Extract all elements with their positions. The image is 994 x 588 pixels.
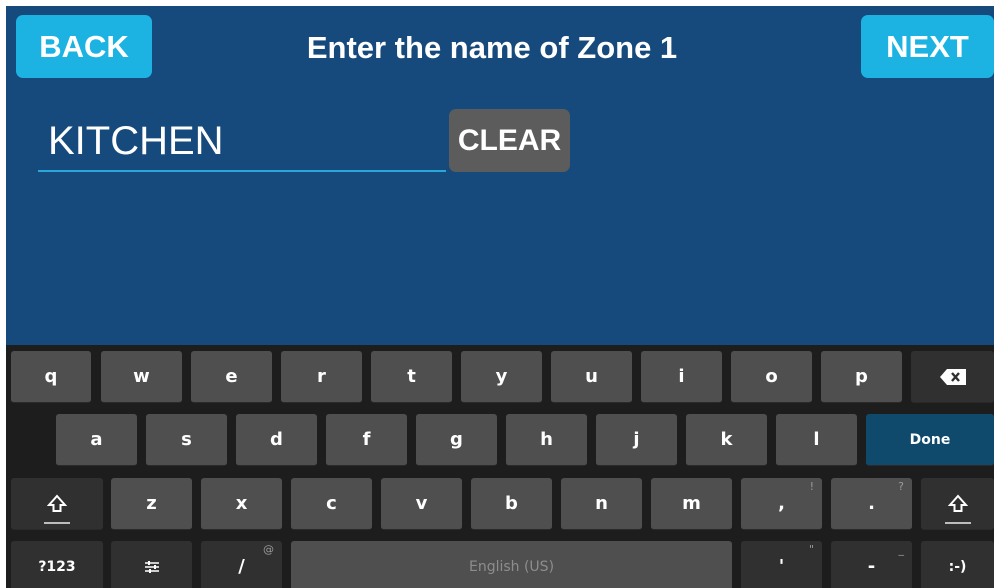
shift-icon <box>47 493 67 514</box>
key-l[interactable]: l <box>776 414 857 466</box>
key-comma[interactable]: , ! <box>741 478 822 530</box>
key-slash-main: / <box>238 556 245 577</box>
key-comma-main: , <box>778 493 785 514</box>
key-x[interactable]: x <box>201 478 282 530</box>
key-v[interactable]: v <box>381 478 462 530</box>
key-c[interactable]: c <box>291 478 372 530</box>
key-comma-alt: ! <box>809 480 814 493</box>
symbols-key[interactable]: ?123 <box>11 541 103 588</box>
key-r[interactable]: r <box>281 351 362 403</box>
key-m[interactable]: m <box>651 478 732 530</box>
settings-key[interactable] <box>111 541 192 588</box>
key-a[interactable]: a <box>56 414 137 466</box>
key-j[interactable]: j <box>596 414 677 466</box>
key-s[interactable]: s <box>146 414 227 466</box>
shift-icon <box>947 493 968 514</box>
done-key[interactable]: Done <box>866 414 994 466</box>
zone-name-value: KITCHEN <box>48 119 224 163</box>
space-key[interactable]: English (US) <box>291 541 732 588</box>
key-d[interactable]: d <box>236 414 317 466</box>
key-dash-main: - <box>867 556 876 577</box>
back-button[interactable]: BACK <box>16 15 152 78</box>
key-e[interactable]: e <box>191 351 272 403</box>
key-f[interactable]: f <box>326 414 407 466</box>
key-p[interactable]: p <box>821 351 902 403</box>
key-period-alt: ? <box>898 480 904 493</box>
screen: BACK Enter the name of Zone 1 NEXT KITCH… <box>6 6 994 588</box>
key-period-main: . <box>868 493 875 514</box>
key-o[interactable]: o <box>731 351 812 403</box>
key-u[interactable]: u <box>551 351 632 403</box>
key-apostrophe-main: ' <box>778 556 785 577</box>
key-n[interactable]: n <box>561 478 642 530</box>
key-dash-alt: _ <box>898 543 905 556</box>
key-y[interactable]: y <box>461 351 542 403</box>
key-z[interactable]: z <box>111 478 192 530</box>
shift-key-left[interactable] <box>11 478 103 530</box>
key-k[interactable]: k <box>686 414 767 466</box>
key-q[interactable]: q <box>11 351 91 403</box>
shift-key-right[interactable] <box>921 478 994 530</box>
smiley-key[interactable]: :-) <box>921 541 994 588</box>
page-title: Enter the name of Zone 1 <box>306 30 678 65</box>
key-t[interactable]: t <box>371 351 452 403</box>
clear-button[interactable]: CLEAR <box>449 109 570 172</box>
key-apostrophe[interactable]: ' " <box>741 541 822 588</box>
key-slash[interactable]: / @ <box>201 541 282 588</box>
next-button[interactable]: NEXT <box>861 15 994 78</box>
zone-name-field[interactable]: KITCHEN <box>38 110 446 172</box>
key-h[interactable]: h <box>506 414 587 466</box>
key-w[interactable]: w <box>101 351 182 403</box>
key-b[interactable]: b <box>471 478 552 530</box>
key-apostrophe-alt: " <box>808 543 814 556</box>
key-i[interactable]: i <box>641 351 722 403</box>
key-period[interactable]: . ? <box>831 478 912 530</box>
key-dash[interactable]: - _ <box>831 541 912 588</box>
backspace-key[interactable] <box>911 351 994 403</box>
key-slash-alt: @ <box>263 543 274 556</box>
on-screen-keyboard: q w e r t y u i o p a s d f g h j k l Do… <box>6 345 994 588</box>
key-g[interactable]: g <box>416 414 497 466</box>
backspace-icon <box>939 368 966 385</box>
settings-sliders-icon <box>144 559 160 575</box>
